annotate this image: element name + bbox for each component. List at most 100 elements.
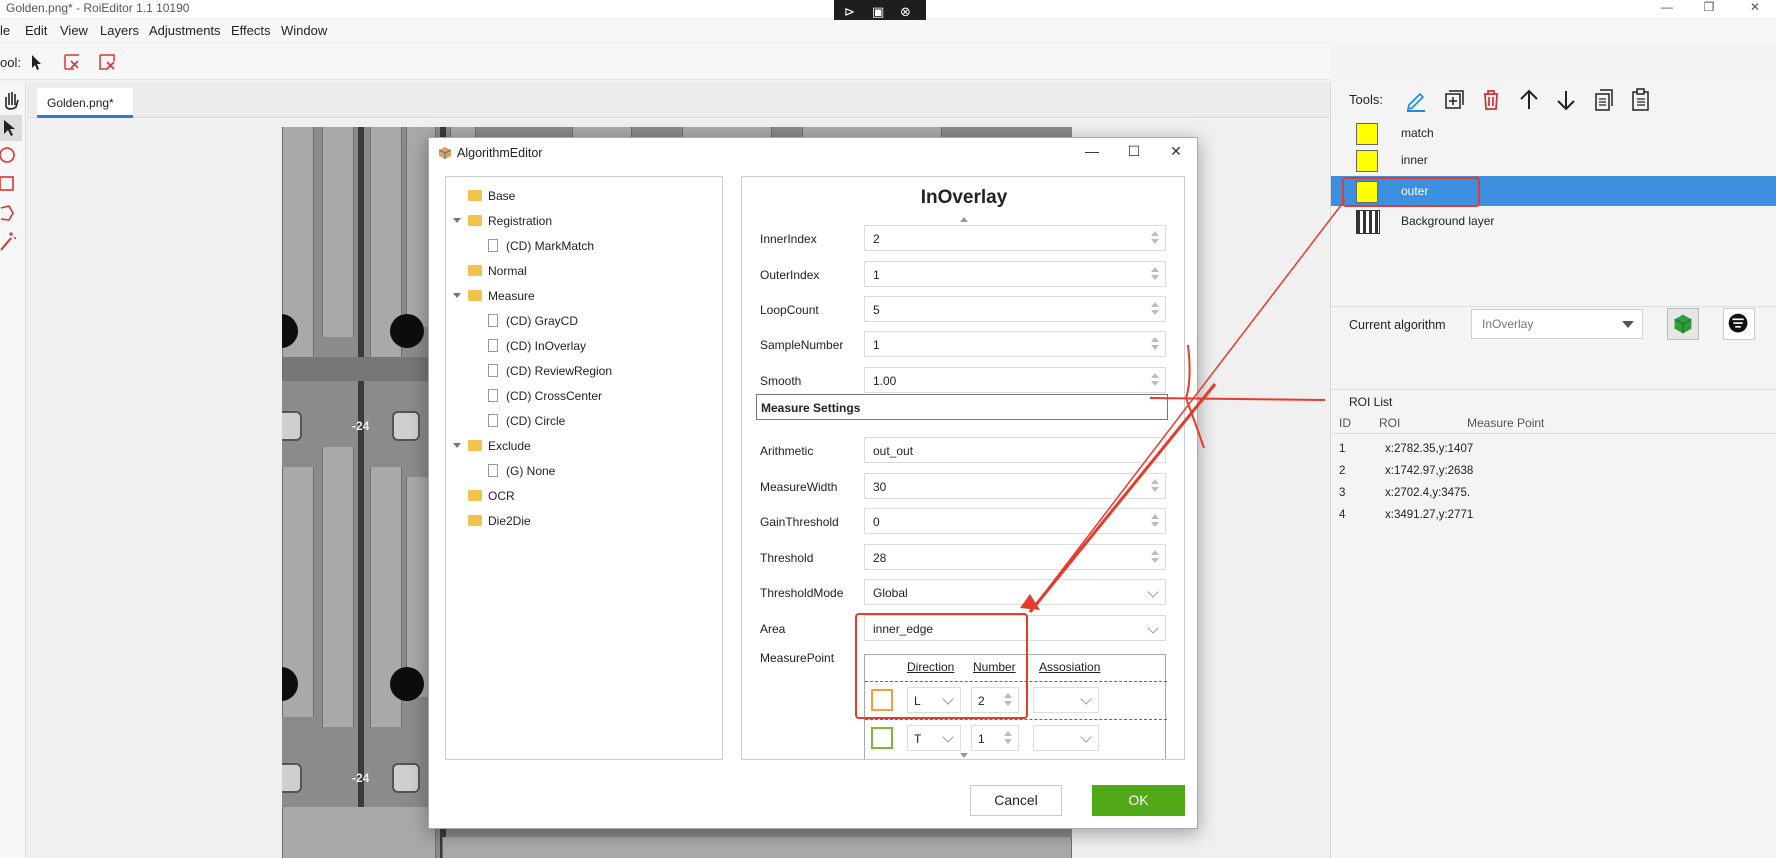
spinner-icon[interactable] (1151, 479, 1159, 493)
column-assosiation[interactable]: Assosiation (1039, 660, 1100, 674)
spinner-icon[interactable] (1151, 231, 1159, 245)
spinner-icon[interactable] (1151, 514, 1159, 528)
direction-select[interactable]: T (907, 725, 961, 751)
cancel-button[interactable]: Cancel (970, 785, 1062, 816)
measure-point-row[interactable]: L 2 (865, 681, 1167, 715)
column-number[interactable]: Number (973, 660, 1016, 674)
gainthreshold-input[interactable]: 0 (864, 508, 1166, 534)
column-direction[interactable]: Direction (907, 660, 954, 674)
roi-row[interactable]: 3 x:2702.4,y:3475. (1331, 483, 1776, 505)
paste-icon[interactable] (1628, 87, 1654, 113)
scroll-down-icon[interactable] (960, 753, 968, 758)
expand-caret-icon[interactable] (453, 443, 461, 448)
menu-layers[interactable]: Layers (100, 23, 139, 38)
column-measure-point[interactable]: Measure Point (1467, 416, 1544, 430)
measure-settings-header[interactable]: Measure Settings (756, 394, 1168, 420)
dialog-maximize-button[interactable]: ☐ (1121, 143, 1147, 163)
direction-select[interactable]: L (907, 687, 961, 713)
clear-selection-icon[interactable] (62, 52, 82, 72)
dialog-minimize-button[interactable]: — (1079, 143, 1105, 163)
ok-button[interactable]: OK (1092, 785, 1185, 816)
arithmetic-input[interactable]: out_out (864, 437, 1166, 463)
restore-button[interactable]: ❐ (1692, 0, 1726, 16)
layer-inner[interactable]: inner (1331, 145, 1776, 175)
prop-label-smooth: Smooth (760, 374, 802, 388)
close-window-button[interactable]: ✕ (1738, 0, 1772, 16)
add-layer-icon[interactable] (1441, 87, 1467, 113)
field-value: 2 (978, 694, 985, 708)
close-icon[interactable]: ⊗ (900, 4, 911, 20)
select-tool[interactable] (0, 115, 22, 141)
spinner-icon[interactable] (1151, 337, 1159, 351)
spinner-icon[interactable] (1151, 373, 1159, 387)
spinner-icon[interactable] (1004, 731, 1012, 745)
run-algorithm-button[interactable] (1667, 308, 1699, 340)
menu-effects[interactable]: Effects (231, 23, 271, 38)
roi-row[interactable]: 1 x:2782.35,y:1407 (1331, 439, 1776, 461)
layer-match[interactable]: match (1331, 118, 1776, 148)
spinner-icon[interactable] (1151, 550, 1159, 564)
prop-label-thresholdmode: ThresholdMode (760, 586, 844, 600)
menu-file[interactable]: le (0, 23, 10, 38)
polygon-icon[interactable] (0, 200, 22, 226)
area-select[interactable]: inner_edge (864, 615, 1166, 641)
measure-point-row[interactable]: T 1 (865, 719, 1167, 753)
magic-wand-icon[interactable] (0, 228, 22, 254)
dialog-close-button[interactable]: ✕ (1163, 143, 1189, 163)
clear-all-icon[interactable] (97, 52, 117, 72)
roi-coords: x:1742.97,y:2638 (1385, 465, 1474, 477)
move-down-icon[interactable] (1553, 87, 1579, 113)
samplenumber-input[interactable]: 1 (864, 331, 1166, 357)
menu-window[interactable]: Window (281, 23, 327, 38)
algorithm-tree: Base Registration (CD) MarkMatch Normal … (445, 176, 723, 760)
fit-screen-icon[interactable]: ▣ (872, 4, 884, 20)
smooth-input[interactable]: 1.00 (864, 367, 1166, 393)
threshold-input[interactable]: 28 (864, 544, 1166, 570)
number-input[interactable]: 1 (971, 725, 1019, 751)
menu-edit[interactable]: Edit (25, 23, 47, 38)
chevron-down-icon (1147, 586, 1159, 598)
file-icon (488, 364, 498, 377)
column-roi[interactable]: ROI (1379, 416, 1400, 430)
association-select[interactable] (1033, 725, 1099, 751)
tab-golden-png[interactable]: Golden.png* (37, 88, 133, 118)
association-select[interactable] (1033, 687, 1099, 713)
column-id[interactable]: ID (1339, 416, 1351, 430)
tree-item-label: Registration (488, 214, 553, 228)
roi-row[interactable]: 2 x:1742.97,y:2638 (1331, 461, 1776, 483)
menu-view[interactable]: View (60, 23, 88, 38)
roi-row[interactable]: 4 x:3491.27,y:2771 (1331, 505, 1776, 527)
point-color-swatch[interactable] (871, 689, 893, 711)
prop-label-innerindex: InnerIndex (760, 232, 817, 246)
layer-background[interactable]: Background layer (1331, 206, 1776, 236)
innerindex-input[interactable]: 2 (864, 225, 1166, 251)
spinner-icon[interactable] (1151, 302, 1159, 316)
edit-pencil-icon[interactable] (1403, 87, 1429, 113)
rectangle-icon[interactable] (0, 171, 22, 197)
measurewidth-input[interactable]: 30 (864, 473, 1166, 499)
layer-outer[interactable]: outer (1331, 176, 1776, 206)
thresholdmode-select[interactable]: Global (864, 579, 1166, 605)
point-color-swatch[interactable] (871, 727, 893, 749)
number-input[interactable]: 2 (971, 687, 1019, 713)
minimize-button[interactable]: — (1650, 0, 1684, 16)
loopcount-input[interactable]: 5 (864, 296, 1166, 322)
spinner-icon[interactable] (1151, 267, 1159, 281)
layers-panel: Tools: match inner outer Background laye… (1330, 82, 1776, 858)
hand-icon[interactable] (0, 87, 22, 113)
filter-button[interactable] (1723, 308, 1755, 340)
folder-icon (468, 290, 482, 301)
circle-icon[interactable] (0, 142, 22, 168)
current-algorithm-select[interactable]: InOverlay (1471, 309, 1643, 339)
menu-adjustments[interactable]: Adjustments (149, 23, 221, 38)
expand-caret-icon[interactable] (453, 293, 461, 298)
move-up-icon[interactable] (1516, 87, 1542, 113)
pointer-icon[interactable] (27, 52, 47, 72)
copy-icon[interactable] (1591, 87, 1617, 113)
outerindex-input[interactable]: 1 (864, 261, 1166, 287)
expand-caret-icon[interactable] (453, 218, 461, 223)
spinner-icon[interactable] (1004, 693, 1012, 707)
pin-icon[interactable]: ⊳ (844, 4, 855, 20)
scroll-up-icon[interactable] (960, 217, 968, 222)
delete-icon[interactable] (1478, 87, 1504, 113)
